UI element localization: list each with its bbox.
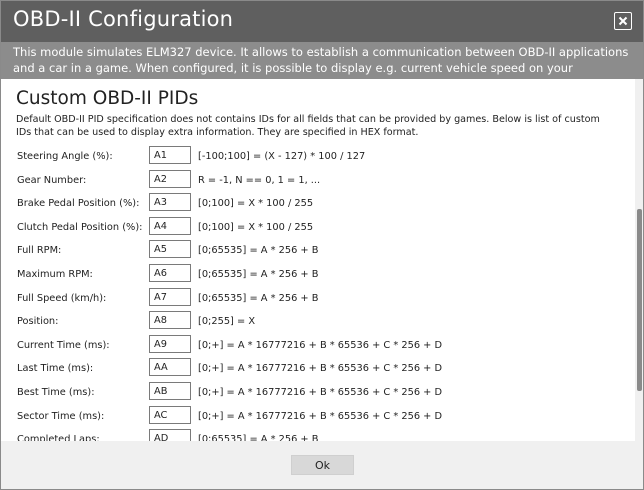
pid-label: Completed Laps:: [17, 434, 100, 441]
pid-label: Gear Number:: [17, 175, 87, 186]
ok-button[interactable]: Ok: [291, 455, 354, 475]
pid-row: Gear Number: R = -1, N == 0, 1 = 1, ...: [1, 170, 631, 190]
pid-row: Current Time (ms): [0;+] = A * 16777216 +…: [1, 335, 631, 355]
pid-label: Sector Time (ms):: [17, 411, 105, 422]
title-bar: OBD-II Configuration: [1, 1, 643, 42]
pid-label: Position:: [17, 316, 59, 327]
pid-row: Full RPM: [0;65535] = A * 256 + B: [1, 240, 631, 260]
pid-row: Position: [0;255] = X: [1, 311, 631, 331]
info-banner: This module simulates ELM327 device. It …: [1, 42, 643, 91]
pid-formula: R = -1, N == 0, 1 = 1, ...: [198, 175, 321, 186]
pid-row: Full Speed (km/h): [0;65535] = A * 256 + …: [1, 288, 631, 308]
pid-row: Maximum RPM: [0;65535] = A * 256 + B: [1, 264, 631, 284]
pid-label: Full RPM:: [17, 245, 62, 256]
pid-formula: [-100;100] = (X - 127) * 100 / 127: [198, 151, 366, 162]
pid-label: Maximum RPM:: [17, 269, 93, 280]
pid-label: Brake Pedal Position (%):: [17, 198, 140, 209]
pid-formula: [0;+] = A * 16777216 + B * 65536 + C * 2…: [198, 363, 443, 374]
section-title: Custom OBD-II PIDs: [16, 88, 199, 109]
pid-input[interactable]: [149, 240, 191, 258]
scroll-content: Custom OBD-II PIDs Default OBD-II PID sp…: [1, 79, 643, 441]
close-icon: [618, 16, 628, 26]
pid-row: Last Time (ms): [0;+] = A * 16777216 + B …: [1, 358, 631, 378]
pid-row: Best Time (ms): [0;+] = A * 16777216 + B …: [1, 382, 631, 402]
pid-formula: [0;65535] = A * 256 + B: [198, 245, 319, 256]
pid-row: Completed Laps: [0;65535] = A * 256 + B: [1, 429, 631, 441]
pid-formula: [0;100] = X * 100 / 255: [198, 198, 314, 209]
pid-formula: [0;65535] = A * 256 + B: [198, 269, 319, 280]
pid-input[interactable]: [149, 146, 191, 164]
pid-row: Steering Angle (%): [-100;100] = (X - 127…: [1, 146, 631, 166]
pid-row: Brake Pedal Position (%): [0;100] = X * 1…: [1, 193, 631, 213]
pid-input[interactable]: [149, 358, 191, 376]
pid-label: Last Time (ms):: [17, 363, 94, 374]
pid-formula: [0;+] = A * 16777216 + B * 65536 + C * 2…: [198, 340, 443, 351]
pid-label: Current Time (ms):: [17, 340, 110, 351]
pid-input[interactable]: [149, 170, 191, 188]
pid-input[interactable]: [149, 264, 191, 282]
pid-input[interactable]: [149, 217, 191, 235]
pid-input[interactable]: [149, 288, 191, 306]
obd-config-dialog: OBD-II Configuration This module simulat…: [0, 0, 644, 490]
pid-row: Sector Time (ms): [0;+] = A * 16777216 + …: [1, 406, 631, 426]
pid-label: Best Time (ms):: [17, 387, 95, 398]
pid-formula: [0;255] = X: [198, 316, 256, 327]
close-button[interactable]: [614, 12, 632, 30]
pid-label: Steering Angle (%):: [17, 151, 113, 162]
dialog-title: OBD-II Configuration: [13, 7, 234, 31]
pid-input[interactable]: [149, 382, 191, 400]
pid-formula: [0;100] = X * 100 / 255: [198, 222, 314, 233]
section-description: Default OBD-II PID specification does no…: [16, 114, 600, 138]
pid-input[interactable]: [149, 335, 191, 353]
pid-formula: [0;65535] = A * 256 + B: [198, 434, 319, 441]
scrollbar-thumb[interactable]: [637, 209, 642, 391]
pid-formula: [0;65535] = A * 256 + B: [198, 293, 319, 304]
pid-input[interactable]: [149, 193, 191, 211]
pid-input[interactable]: [149, 429, 191, 441]
pid-label: Full Speed (km/h):: [17, 293, 107, 304]
scrollbar[interactable]: [635, 79, 643, 441]
pid-row: Clutch Pedal Position (%): [0;100] = X * …: [1, 217, 631, 237]
pid-input[interactable]: [149, 406, 191, 424]
pid-input[interactable]: [149, 311, 191, 329]
dialog-footer: Ok: [1, 441, 643, 489]
pid-formula: [0;+] = A * 16777216 + B * 65536 + C * 2…: [198, 387, 443, 398]
pid-formula: [0;+] = A * 16777216 + B * 65536 + C * 2…: [198, 411, 443, 422]
pid-label: Clutch Pedal Position (%):: [17, 222, 143, 233]
